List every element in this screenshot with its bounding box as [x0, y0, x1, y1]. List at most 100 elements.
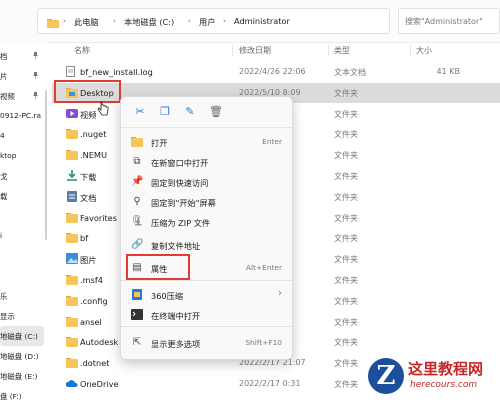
menu-item-label: 固定到快速访问 [151, 178, 209, 188]
column-divider[interactable] [232, 45, 233, 57]
menu-item-pin-start[interactable]: ⚲ 固定到"开始"屏幕 [121, 192, 292, 212]
folder-icon [66, 357, 78, 368]
watermark-url: herecours.com [410, 380, 478, 390]
nav-item[interactable]: 戈 [0, 166, 44, 186]
cut-icon[interactable]: ✂ [134, 106, 146, 118]
nav-item-label: 4 [0, 131, 5, 140]
nav-item[interactable]: 载 [0, 186, 44, 206]
folder-icon [66, 274, 78, 285]
column-name[interactable]: 名称 [74, 45, 90, 56]
context-quick-actions: ✂ ❐ ✎ 🗑 [121, 97, 292, 128]
chevron-right-icon: › [223, 17, 226, 25]
folder-icon [66, 232, 78, 243]
chevron-right-icon: › [63, 17, 66, 25]
file-date: 2022/2/17 0:31 [239, 379, 301, 388]
file-type: 文件夹 [334, 151, 358, 160]
nav-item[interactable] [0, 266, 44, 286]
file-name: .msf4 [80, 275, 103, 285]
breadcrumb-administrator[interactable]: Administrator [234, 16, 290, 26]
nav-item[interactable]: 4 [0, 126, 44, 146]
nav-item[interactable]: 0912-PC.ra [0, 106, 44, 126]
folder-icon [66, 336, 78, 347]
column-type[interactable]: 类型 [334, 45, 350, 56]
nav-item-label: 地磁盘 (D:) [0, 352, 39, 361]
pin-icon [33, 52, 38, 59]
nav-item-label: i [0, 231, 3, 240]
nav-item[interactable]: 视频 [0, 86, 44, 106]
file-type: 文件夹 [334, 380, 358, 389]
terminal-icon [131, 309, 143, 321]
menu-item-label: 打开 [151, 138, 168, 148]
nav-item-label: 乐 [0, 292, 8, 301]
search-box[interactable]: 搜索"Administrator" [398, 8, 500, 34]
picture-icon [66, 253, 78, 264]
chevron-right-icon: › [188, 17, 191, 25]
column-divider[interactable] [410, 45, 411, 57]
file-type: 文件夹 [334, 89, 358, 98]
hand-cursor-icon [97, 101, 109, 116]
menu-item-copy-path[interactable]: 🔗 复制文件地址 [121, 235, 292, 255]
menu-separator [121, 280, 292, 281]
navigation-pane[interactable]: 档片视频 0912-PC.ra 4 ktop 戈载 i 乐显示地磁盘 (C:) 地磁盘 (D:… [0, 42, 47, 401]
menu-item-more-options[interactable]: ⇱ 显示更多选项 Shift+F10 [121, 333, 292, 353]
menu-item-folder-open[interactable]: 打开 Enter [121, 132, 292, 152]
copy-path-icon: 🔗 [131, 239, 144, 250]
folder-icon [66, 128, 78, 139]
nav-item[interactable]: 档 [0, 46, 44, 66]
file-type: 文件夹 [334, 214, 358, 223]
nav-item-label: 视频 [0, 92, 15, 101]
breadcrumb-drive-c[interactable]: 本地磁盘 (C:) [124, 16, 174, 28]
nav-item[interactable]: ktop [0, 146, 44, 166]
column-divider[interactable] [328, 45, 329, 57]
nav-item[interactable]: 地磁盘 (C:) [0, 326, 44, 346]
nav-item[interactable]: 显示 [0, 306, 44, 326]
nav-item-label: 显示 [0, 312, 15, 321]
file-name: .nuget [80, 129, 107, 139]
nav-item[interactable]: 片 [0, 66, 44, 86]
nav-item[interactable]: 地磁盘 (D:) [0, 346, 44, 366]
nav-item[interactable]: 乐 [0, 286, 44, 306]
search-placeholder: 搜索"Administrator" [405, 17, 483, 26]
nav-item[interactable]: 地磁盘 (E:) [0, 366, 44, 386]
nav-item-label: 地磁盘 (C:) [0, 332, 38, 341]
file-row[interactable]: bf_new_install.log 2022/4/26 22:06 文本文档 41 … [52, 62, 500, 82]
breadcrumb-this-pc[interactable]: 此电脑 [74, 16, 99, 28]
file-type: 文件夹 [334, 255, 358, 264]
context-menu: ✂ ❐ ✎ 🗑 打开 Enter ⧉ 在新窗口中打开 📌 固定到快速访问 ⚲ 固定到"开始"屏… [120, 96, 293, 360]
column-size[interactable]: 大小 [416, 45, 432, 56]
file-name: Autodesk [80, 337, 119, 347]
menu-item-zip[interactable]: 🗜 压缩为 ZIP 文件 [121, 212, 292, 232]
breadcrumb-users[interactable]: 用户 [199, 16, 215, 28]
watermark-title: 这里教程网 [408, 360, 484, 378]
column-date[interactable]: 修改日期 [239, 45, 271, 56]
nav-item[interactable] [0, 246, 44, 266]
menu-item-shortcut: Enter [262, 137, 282, 146]
file-type: 文件夹 [334, 130, 358, 139]
nav-item-label: 0912-PC.ra [0, 111, 42, 120]
file-name: 图片 [80, 255, 97, 265]
address-bar[interactable]: › 此电脑 › 本地磁盘 (C:) › 用户 › Administrator [37, 8, 390, 34]
delete-icon[interactable]: 🗑 [209, 106, 223, 118]
nav-item[interactable] [0, 206, 44, 226]
menu-item-archive-360[interactable]: 360压缩 › [121, 285, 292, 305]
menu-item-pin[interactable]: 📌 固定到快速访问 [121, 172, 292, 192]
nav-scrollbar[interactable] [45, 90, 47, 240]
menu-item-new-window[interactable]: ⧉ 在新窗口中打开 [121, 152, 292, 172]
text-file-icon [66, 66, 78, 77]
nav-item[interactable]: 盘 (F:) [0, 386, 44, 406]
file-type: 文件夹 [334, 172, 358, 181]
file-type: 文本文档 [334, 68, 366, 77]
file-type: 文件夹 [334, 338, 358, 347]
zip-icon: 🗜 [131, 216, 144, 227]
file-name: Favorites [80, 213, 117, 223]
menu-item-label: 固定到"开始"屏幕 [151, 198, 216, 208]
nav-item[interactable]: i [0, 226, 44, 246]
copy-icon[interactable]: ❐ [159, 106, 171, 118]
menu-item-terminal[interactable]: 在终端中打开 [121, 305, 292, 325]
file-name: bf [80, 233, 89, 243]
file-date: 2022/4/26 22:06 [239, 67, 306, 76]
rename-icon[interactable]: ✎ [184, 106, 196, 118]
nav-item-label: 载 [0, 192, 8, 201]
file-size: 41 KB [436, 67, 460, 76]
nav-item-label: 戈 [0, 172, 8, 181]
